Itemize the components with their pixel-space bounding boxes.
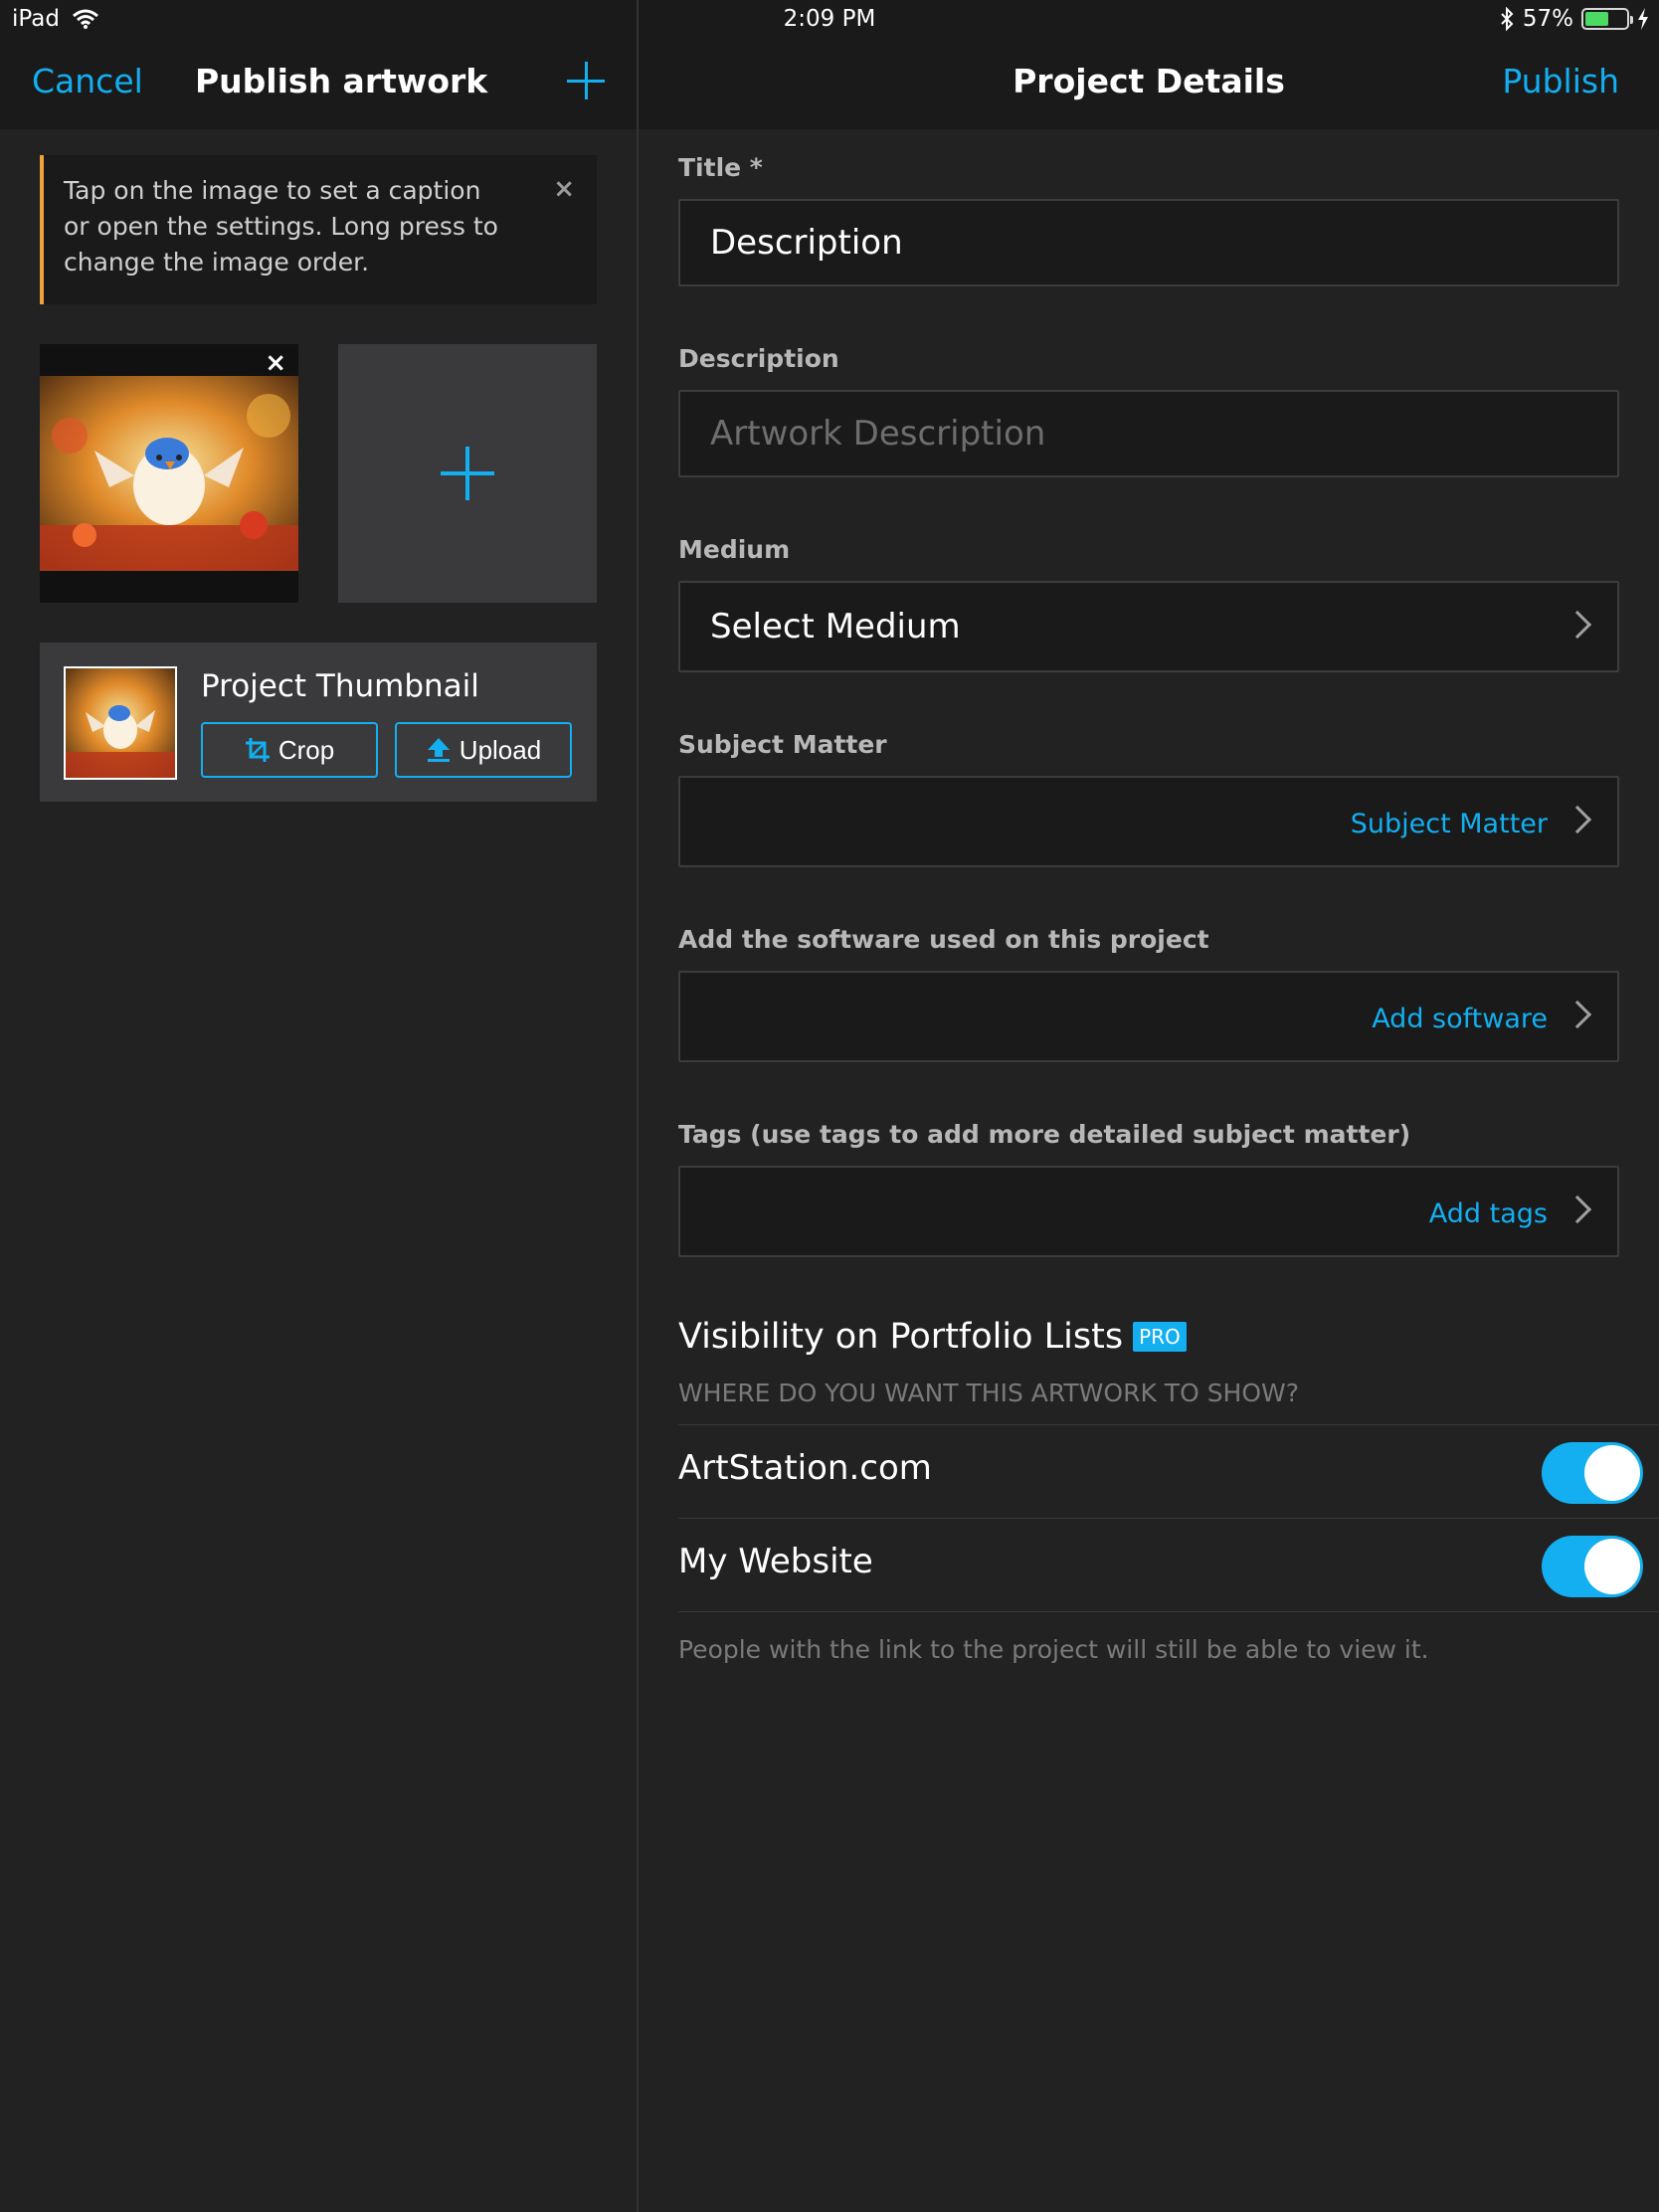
plus-icon[interactable] (567, 62, 605, 99)
visibility-heading: Visibility on Portfolio Lists PRO (678, 1317, 1187, 1357)
artstation-visibility-row: ArtStation.com (678, 1424, 1659, 1518)
tags-field[interactable]: Add tags (678, 1166, 1619, 1257)
project-thumbnail-title: Project Thumbnail (201, 668, 479, 704)
publish-button[interactable]: Publish (1502, 62, 1619, 100)
description-field[interactable]: Artwork Description (678, 390, 1619, 477)
chevron-right-icon (1563, 610, 1592, 640)
add-image-tile[interactable] (338, 344, 597, 603)
toggle-knob (1584, 1539, 1640, 1594)
subject-matter-field[interactable]: Subject Matter (678, 776, 1619, 867)
close-icon[interactable]: × (553, 171, 575, 207)
add-tags-link[interactable]: Add tags (1429, 1168, 1548, 1259)
pro-badge: PRO (1133, 1322, 1187, 1352)
status-time: 2:09 PM (783, 6, 876, 32)
software-field[interactable]: Add software (678, 971, 1619, 1062)
row-divider (678, 1611, 1659, 1612)
title-field[interactable]: Description (678, 199, 1619, 286)
my-website-visibility-row: My Website (678, 1518, 1659, 1611)
crop-label: Crop (277, 734, 335, 765)
upload-button[interactable]: Upload (395, 722, 572, 778)
upload-label: Upload (459, 734, 542, 765)
artwork-image[interactable] (40, 376, 298, 571)
subject-matter-link[interactable]: Subject Matter (1351, 778, 1548, 869)
medium-select[interactable]: Select Medium (678, 581, 1619, 672)
status-right: 57% (1499, 6, 1649, 32)
add-image-plus-icon (441, 447, 494, 500)
battery-fill (1585, 12, 1608, 26)
tip-banner: Tap on the image to set a caption or ope… (40, 155, 597, 304)
cancel-button[interactable]: Cancel (32, 62, 143, 100)
project-details-pane: Project Details Publish Title * Descript… (639, 40, 1659, 2212)
remove-image-icon[interactable]: × (265, 348, 286, 378)
tags-label: Tags (use tags to add more detailed subj… (678, 1120, 1411, 1149)
battery-icon (1581, 8, 1633, 30)
medium-label: Medium (678, 535, 791, 564)
my-website-toggle[interactable] (1542, 1536, 1643, 1597)
my-website-label: My Website (678, 1542, 873, 1581)
project-thumbnail-card: Project Thumbnail Crop Upload (40, 643, 597, 802)
publish-artwork-title: Publish artwork (195, 62, 488, 100)
tip-text: Tap on the image to set a caption or ope… (64, 176, 498, 276)
visibility-title: Visibility on Portfolio Lists (678, 1317, 1124, 1357)
visibility-note: People with the link to the project will… (678, 1635, 1429, 1664)
artstation-label: ArtStation.com (678, 1448, 932, 1488)
app-root: iPad 2:09 PM 57% Cancel Publish artwork … (0, 0, 1659, 2212)
crop-button[interactable]: Crop (201, 722, 378, 778)
upload-icon (427, 738, 450, 762)
medium-value: Select Medium (710, 607, 961, 646)
description-placeholder: Artwork Description (710, 414, 1046, 454)
chevron-right-icon (1563, 1000, 1592, 1029)
artwork-image-tile[interactable]: × (40, 344, 298, 603)
battery-percent: 57% (1522, 6, 1573, 32)
right-nav-bar: Project Details Publish (639, 40, 1659, 129)
toggle-knob (1584, 1445, 1640, 1501)
chevron-right-icon (1563, 1195, 1592, 1224)
bluetooth-icon (1501, 7, 1514, 31)
publish-artwork-pane: Cancel Publish artwork Tap on the image … (0, 40, 637, 2212)
crop-icon (245, 738, 270, 762)
add-software-link[interactable]: Add software (1372, 973, 1548, 1064)
left-nav-bar: Cancel Publish artwork (0, 40, 637, 129)
description-label: Description (678, 344, 839, 373)
artstation-toggle[interactable] (1542, 1442, 1643, 1504)
title-value: Description (710, 223, 903, 263)
subject-matter-label: Subject Matter (678, 730, 887, 759)
visibility-subtitle: WHERE DO YOU WANT THIS ARTWORK TO SHOW? (678, 1379, 1300, 1407)
chevron-right-icon (1563, 805, 1592, 834)
thumbnail-graphic (66, 668, 175, 778)
bird-artwork-graphic (40, 376, 298, 571)
title-label: Title * (678, 153, 763, 182)
status-bar: iPad 2:09 PM 57% (0, 0, 1659, 40)
project-thumbnail-image[interactable] (64, 666, 177, 780)
charging-icon (1638, 8, 1648, 30)
software-label: Add the software used on this project (678, 925, 1209, 954)
